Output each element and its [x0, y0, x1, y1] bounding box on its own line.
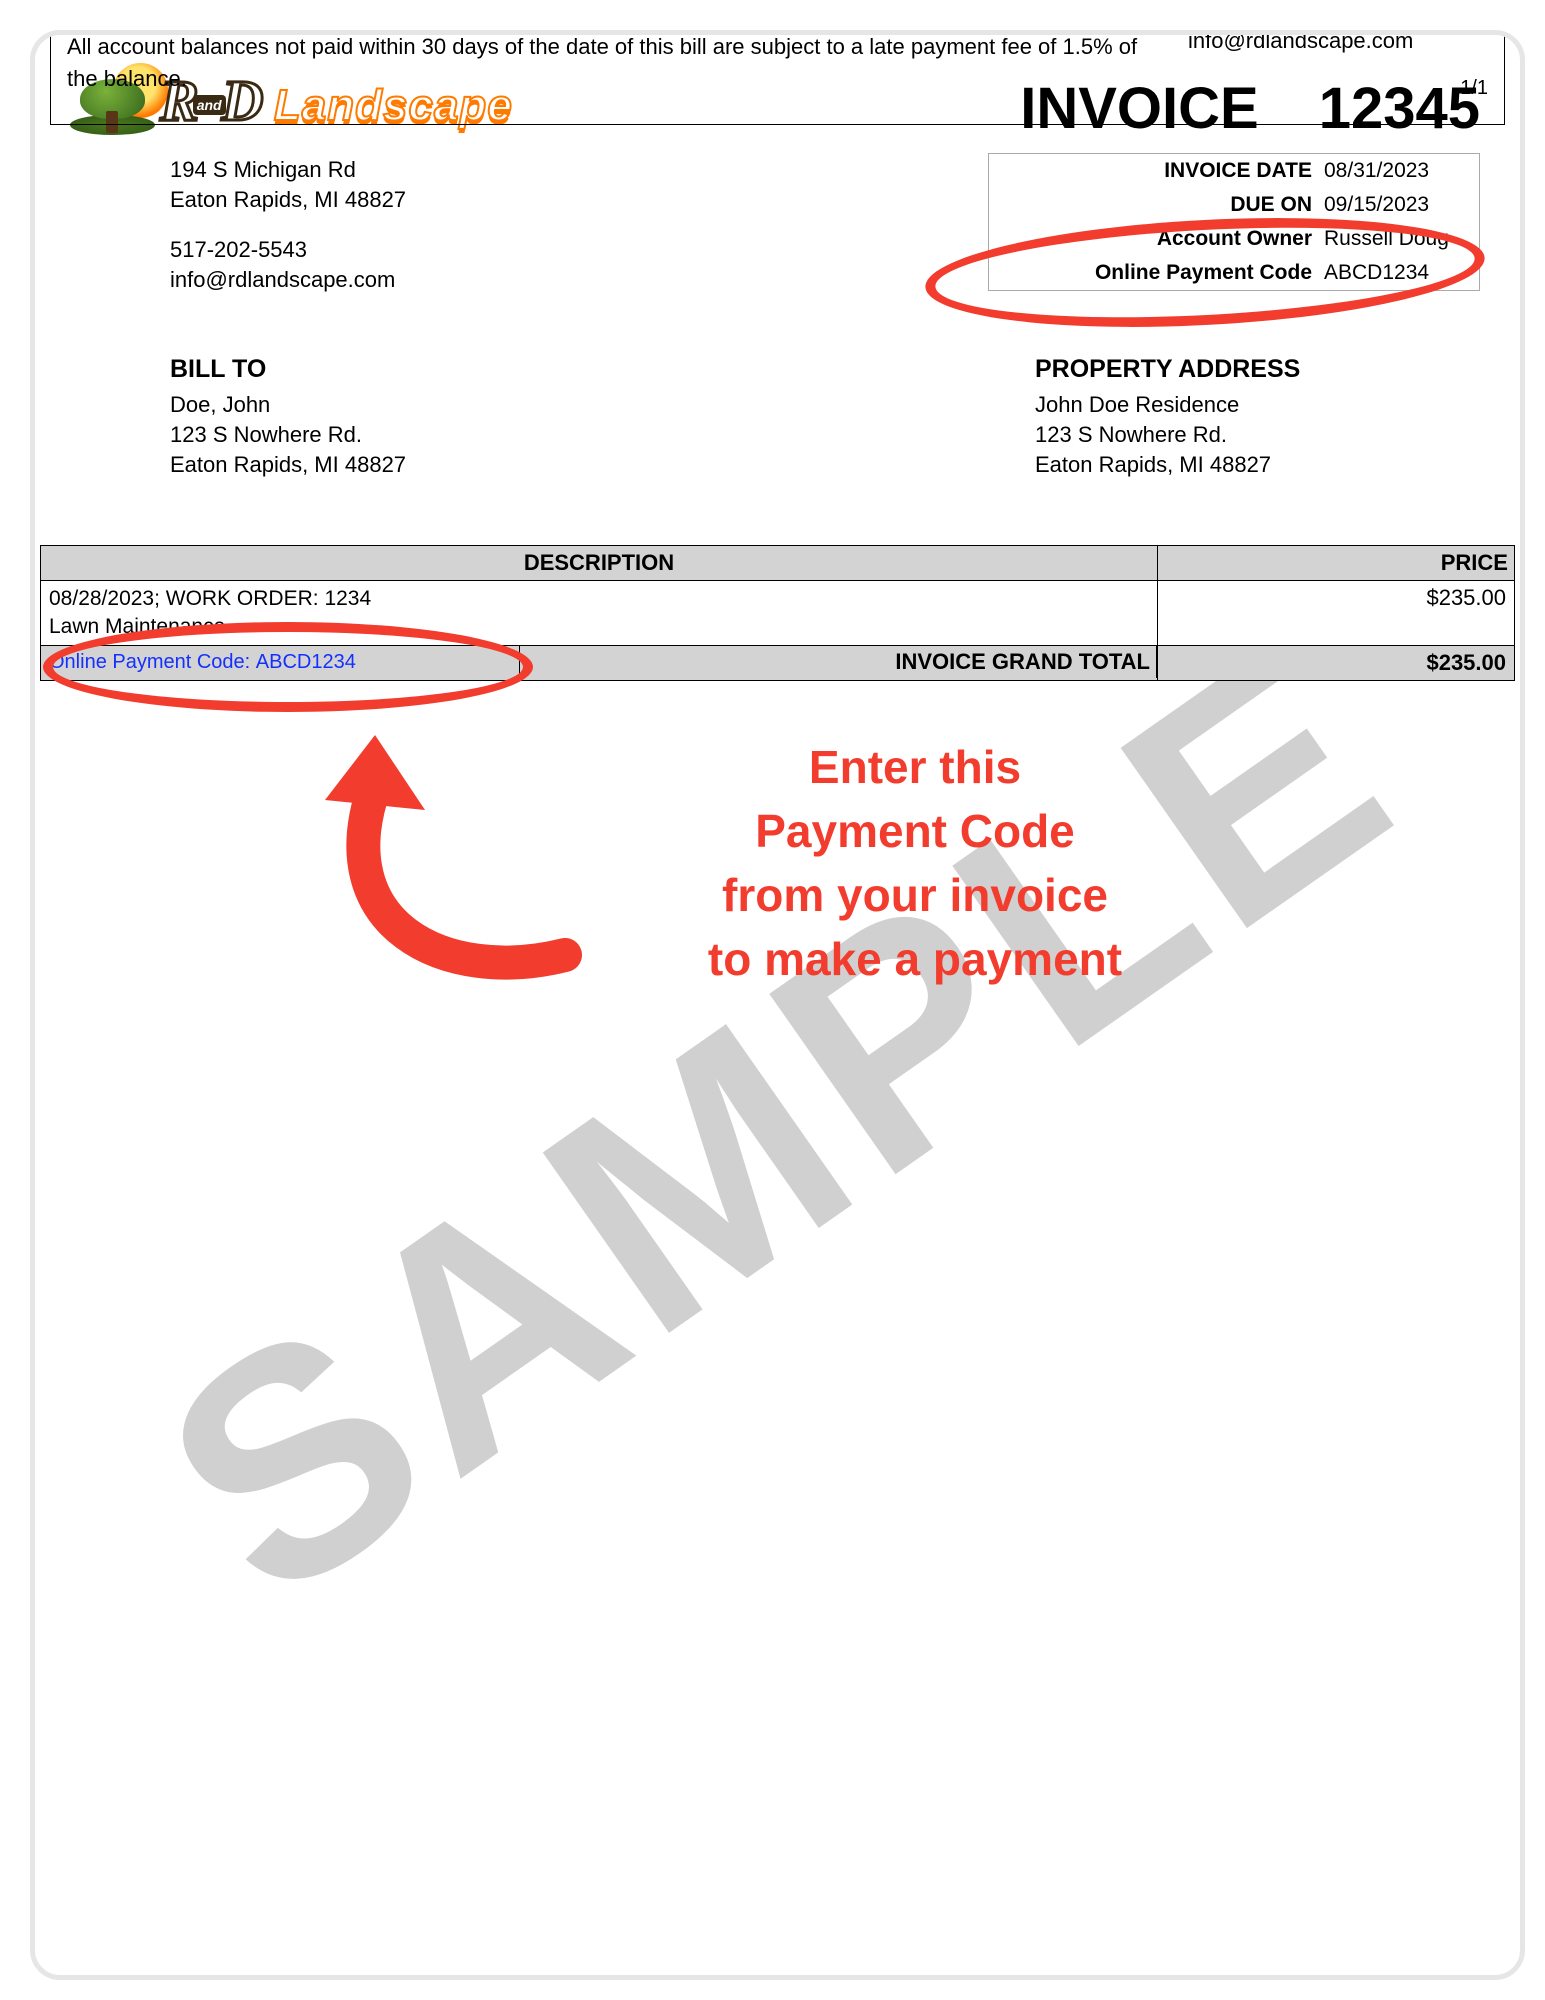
col-price: PRICE	[1158, 546, 1515, 581]
item-description-cell: 08/28/2023; WORK ORDER: 1234 Lawn Mainte…	[41, 581, 1158, 646]
due-on-label: DUE ON	[989, 193, 1324, 217]
company-addr-line1: 194 S Michigan Rd	[170, 155, 406, 185]
callout-line3: from your invoice	[595, 863, 1235, 927]
property-address-block: PROPERTY ADDRESS John Doe Residence 123 …	[1035, 355, 1300, 480]
property-heading: PROPERTY ADDRESS	[1035, 355, 1300, 384]
item-price: $235.00	[1158, 581, 1515, 646]
company-phone: 517-202-5543	[170, 235, 406, 265]
payment-code-label-box: Online Payment Code	[989, 261, 1324, 285]
page-number: 1/1	[1188, 77, 1488, 100]
col-description: DESCRIPTION	[41, 546, 1158, 581]
pay-disclaimer-2: All account balances not paid within 30 …	[67, 31, 1148, 95]
property-addr2: Eaton Rapids, MI 48827	[1035, 450, 1300, 480]
payment-code-value: ABCD1234	[256, 651, 356, 674]
line-items-table: DESCRIPTION PRICE 08/28/2023; WORK ORDER…	[40, 545, 1515, 681]
item-service: Lawn Maintenance	[49, 613, 1149, 641]
pay-online-box: PAY ONLINE Pay by Credit Card or ACH: ht…	[50, 30, 1505, 125]
account-owner-value: Russell Doug	[1324, 227, 1479, 251]
bill-to-name: Doe, John	[170, 390, 406, 420]
bill-to-addr2: Eaton Rapids, MI 48827	[170, 450, 406, 480]
payment-code-row: Online Payment Code: ABCD1234	[41, 646, 520, 678]
bill-to-heading: BILL TO	[170, 355, 406, 384]
payment-code-value-box: ABCD1234	[1324, 261, 1479, 285]
property-addr1: 123 S Nowhere Rd.	[1035, 420, 1300, 450]
sample-watermark: SAMPLE	[35, 35, 1520, 1975]
invoice-info-box: INVOICE DATE 08/31/2023 DUE ON 09/15/202…	[988, 153, 1480, 291]
item-work-order: 08/28/2023; WORK ORDER: 1234	[49, 585, 1149, 613]
callout-line4: to make a payment	[595, 927, 1235, 991]
account-owner-label: Account Owner	[989, 227, 1324, 251]
callout-line1: Enter this	[595, 735, 1235, 799]
due-on-value: 09/15/2023	[1324, 193, 1479, 217]
company-email: info@rdlandscape.com	[170, 265, 406, 295]
company-address: 194 S Michigan Rd Eaton Rapids, MI 48827…	[170, 155, 406, 295]
grand-total-value: $235.00	[1158, 646, 1515, 681]
callout-arrow-icon	[265, 725, 585, 985]
callout-text: Enter this Payment Code from your invoic…	[595, 735, 1235, 991]
invoice-date-label: INVOICE DATE	[989, 159, 1324, 183]
bill-to-addr1: 123 S Nowhere Rd.	[170, 420, 406, 450]
callout-line2: Payment Code	[595, 799, 1235, 863]
property-name: John Doe Residence	[1035, 390, 1300, 420]
footer-email: info@rdlandscape.com	[1188, 30, 1488, 57]
bill-to-block: BILL TO Doe, John 123 S Nowhere Rd. Eato…	[170, 355, 406, 480]
grand-total-label: INVOICE GRAND TOTAL	[520, 646, 1157, 678]
company-addr-line2: Eaton Rapids, MI 48827	[170, 185, 406, 215]
footer-company-contact: 194 S Michigan Rd Eaton Rapids, MI 48827…	[1188, 30, 1488, 110]
invoice-date-value: 08/31/2023	[1324, 159, 1479, 183]
payment-code-label: Online Payment Code:	[49, 651, 250, 674]
